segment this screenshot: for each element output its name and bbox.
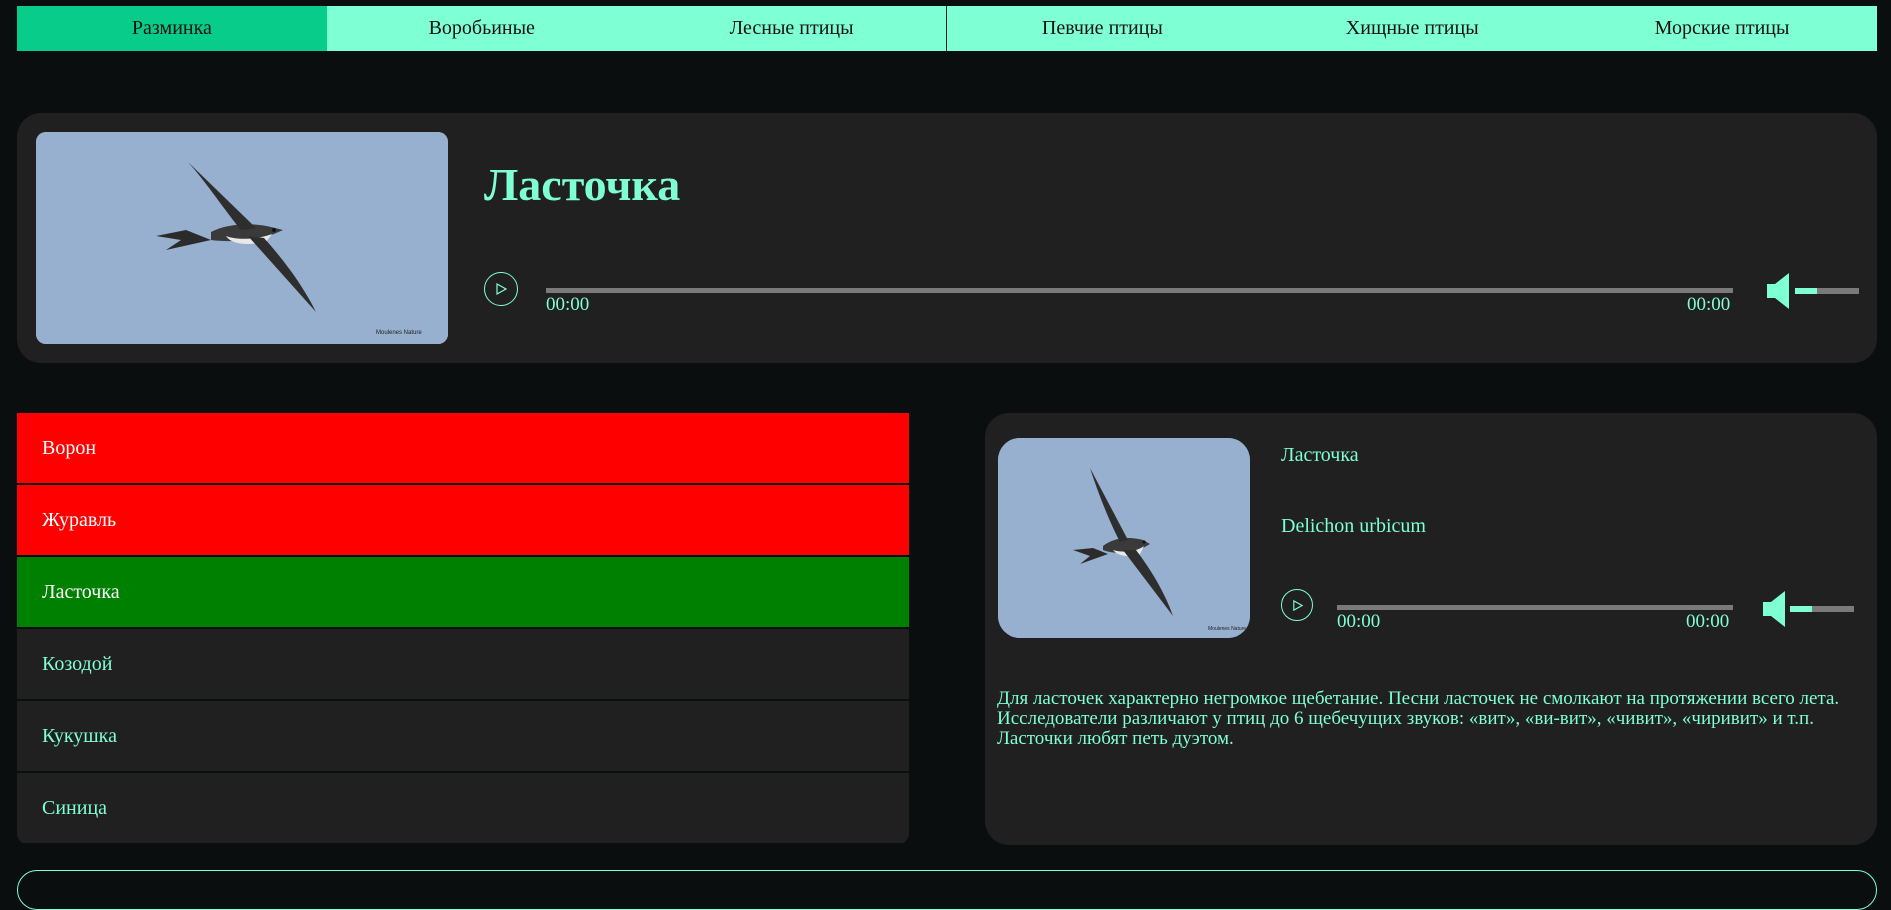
answer-item-cuckoo[interactable]: Кукушка: [17, 701, 909, 771]
play-icon: [496, 282, 508, 296]
details-play-button[interactable]: [1281, 589, 1313, 621]
nav-item-warmup[interactable]: Разминка: [17, 6, 327, 51]
image-caption: Moulenes Nature: [376, 330, 422, 336]
bird-details-panel: Moulenes Nature Ласточка Delichon urbicu…: [985, 413, 1877, 845]
play-icon: [1292, 599, 1303, 611]
next-level-button[interactable]: [17, 870, 1877, 910]
bird-description: Для ласточек характерно негромкое щебета…: [997, 688, 1840, 749]
bird-image: Moulenes Nature: [36, 132, 448, 344]
answer-item-swallow[interactable]: Ласточка: [17, 557, 909, 627]
volume-level[interactable]: [1795, 288, 1817, 294]
details-bird-image: Moulenes Nature: [998, 438, 1250, 638]
category-nav: Разминка Воробьиные Лесные птицы Певчие …: [17, 6, 1877, 51]
details-volume-level[interactable]: [1790, 606, 1812, 612]
nav-item-forest-birds[interactable]: Лесные птицы: [637, 6, 947, 51]
nav-item-passerines[interactable]: Воробьиные: [327, 6, 637, 51]
details-latin-name: Delichon urbicum: [1281, 515, 1426, 537]
answer-item-crane[interactable]: Журавль: [17, 485, 909, 555]
nav-item-seabirds[interactable]: Морские птицы: [1567, 6, 1877, 51]
progress-track[interactable]: [546, 288, 1733, 293]
answer-item-raven[interactable]: Ворон: [17, 413, 909, 483]
current-time: 00:00: [546, 294, 590, 315]
answer-list: Ворон Журавль Ласточка Козодой Кукушка С…: [17, 413, 909, 845]
duration: 00:00: [1687, 294, 1731, 315]
details-duration: 00:00: [1686, 611, 1730, 632]
details-current-time: 00:00: [1337, 611, 1381, 632]
answer-item-tit[interactable]: Синица: [17, 773, 909, 843]
details-progress-track[interactable]: [1337, 605, 1733, 610]
nav-item-songbirds[interactable]: Певчие птицы: [946, 6, 1257, 51]
answer-item-nightjar[interactable]: Козодой: [17, 629, 909, 699]
play-button[interactable]: [484, 272, 518, 306]
nav-item-birds-of-prey[interactable]: Хищные птицы: [1257, 6, 1567, 51]
bird-title: Ласточка: [484, 159, 681, 210]
details-bird-name: Ласточка: [1281, 444, 1359, 466]
question-panel: Moulenes Nature Ласточка 00:00 00:00: [17, 113, 1877, 363]
details-volume-icon[interactable]: [1761, 589, 1789, 629]
details-volume-track[interactable]: [1812, 606, 1854, 612]
volume-icon[interactable]: [1765, 271, 1793, 311]
volume-track[interactable]: [1817, 288, 1859, 294]
details-image-caption: Moulenes Nature: [1208, 626, 1246, 632]
